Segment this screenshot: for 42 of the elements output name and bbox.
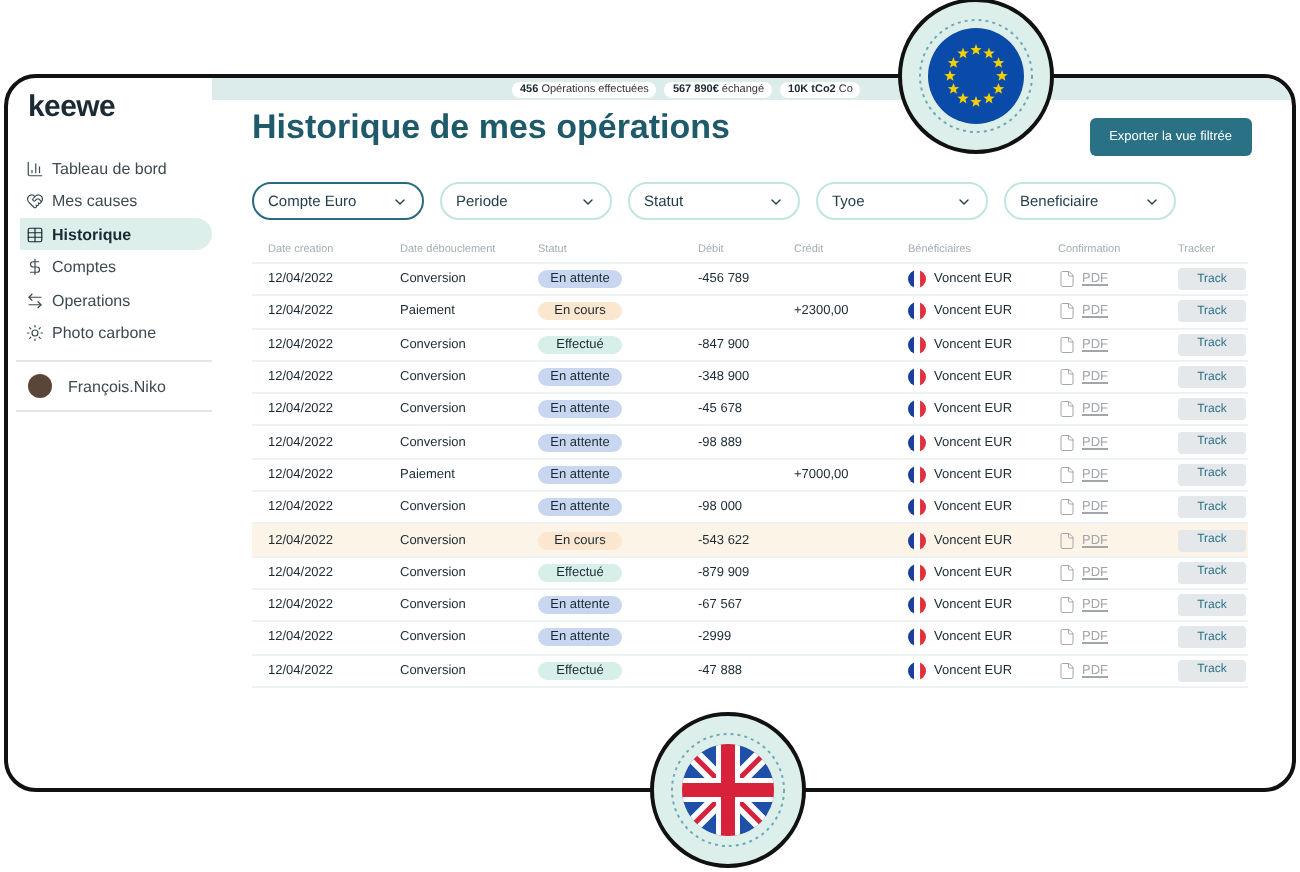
- user-name: François.Niko: [68, 377, 166, 395]
- flag-icon: [908, 628, 926, 647]
- table-icon: [26, 225, 44, 243]
- flag-icon: [908, 563, 926, 582]
- file-icon: [1058, 596, 1076, 615]
- file-icon: [1058, 498, 1076, 517]
- flag-icon: [908, 531, 926, 550]
- sidebar-item[interactable]: Photo carbone: [20, 317, 212, 349]
- flag-icon: [908, 433, 926, 452]
- avatar: [28, 374, 52, 398]
- flag-icon: [908, 596, 926, 615]
- bar-chart-icon: [26, 159, 44, 177]
- sidebar-item[interactable]: Comptes: [20, 251, 212, 283]
- file-icon: [1058, 433, 1076, 452]
- logo: keewe: [26, 88, 118, 128]
- sidebar-item[interactable]: Historique: [20, 218, 212, 250]
- file-icon: [1058, 531, 1076, 550]
- file-icon: [1058, 368, 1076, 387]
- sidebar-item[interactable]: Mes causes: [20, 185, 212, 217]
- file-icon: [1058, 270, 1076, 289]
- sidebar-item[interactable]: Tableau de bord: [20, 152, 212, 184]
- heart-hand-icon: [26, 192, 44, 210]
- flag-icon: [908, 368, 926, 387]
- file-icon: [1058, 628, 1076, 647]
- file-icon: [1058, 302, 1076, 321]
- dollar-icon: [26, 258, 44, 276]
- page-title: Historique de mes opérations: [252, 108, 730, 148]
- arrows-icon: [26, 291, 44, 309]
- sun-icon: [26, 324, 44, 342]
- file-icon: [1058, 335, 1076, 354]
- file-icon: [1058, 563, 1076, 582]
- sidebar-item[interactable]: Operations: [20, 284, 212, 316]
- flag-icon: [908, 465, 926, 484]
- flag-icon: [908, 302, 926, 321]
- file-icon: [1058, 661, 1076, 680]
- flag-icon: [908, 270, 926, 289]
- flag-icon: [908, 498, 926, 517]
- file-icon: [1058, 400, 1076, 419]
- flag-icon: [908, 661, 926, 680]
- flag-icon: [908, 400, 926, 419]
- flag-icon: [908, 335, 926, 354]
- file-icon: [1058, 465, 1076, 484]
